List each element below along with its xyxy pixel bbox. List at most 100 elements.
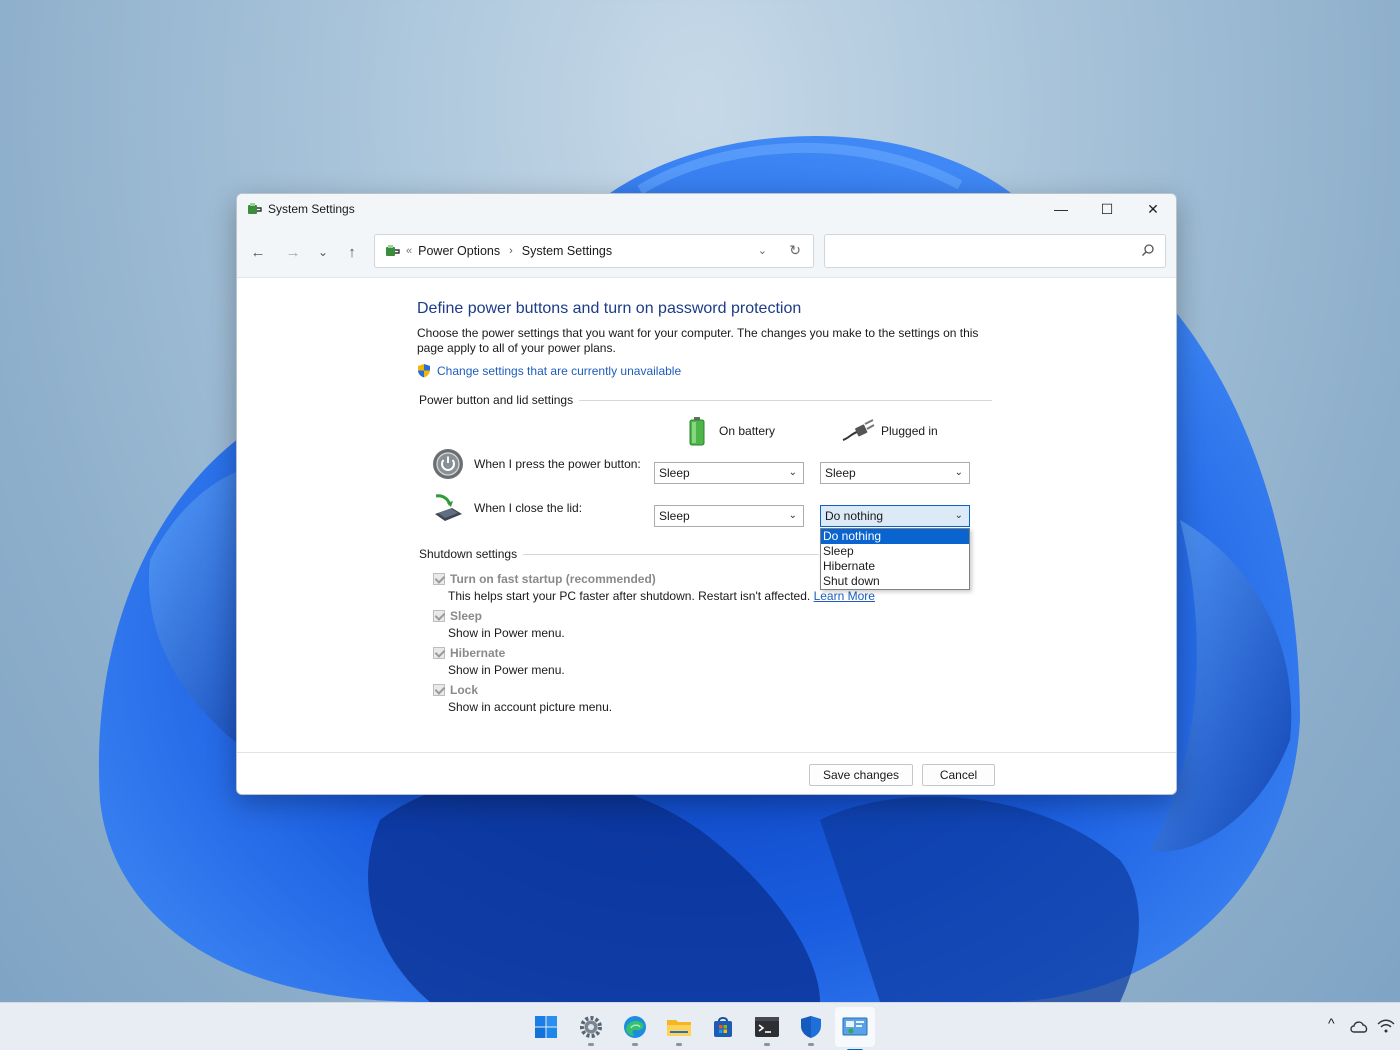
folder-icon	[667, 1020, 691, 1036]
address-bar[interactable]: « Power Options › System Settings ⌄ ↻	[374, 234, 814, 268]
edge-browser-icon	[624, 1016, 646, 1038]
running-indicator	[808, 1043, 814, 1046]
save-changes-button[interactable]: Save changes	[809, 764, 913, 786]
terminal-icon[interactable]	[753, 1013, 781, 1046]
back-arrow-icon[interactable]: ←	[248, 242, 268, 262]
power-options-icon	[248, 203, 262, 214]
select-value: Do nothing	[825, 509, 884, 523]
lid-label: When I close the lid:	[474, 501, 583, 515]
sleep-label: Sleep	[450, 609, 483, 623]
taskbar: ^	[0, 1002, 1400, 1050]
gear-icon	[580, 1016, 602, 1038]
power-button-battery-select[interactable]: Sleep ⌄	[654, 462, 804, 484]
lock-label: Lock	[450, 683, 479, 697]
dialog-footer: Save changes Cancel	[237, 752, 1176, 794]
wifi-signal-icon	[1377, 1019, 1395, 1033]
uac-shield-icon	[418, 364, 430, 378]
breadcrumb-separator-icon: ›	[509, 245, 513, 257]
select-value: Sleep	[659, 466, 690, 480]
fast-startup-description: This helps start your PC faster after sh…	[448, 589, 875, 603]
power-button-row-label: When I press the power button:	[432, 448, 641, 480]
chevron-down-icon: ⌄	[954, 467, 963, 478]
chevron-down-icon: ⌄	[788, 510, 797, 521]
chevron-down-icon: ⌄	[788, 467, 797, 478]
power-plug-icon	[842, 419, 875, 441]
lid-battery-select[interactable]: Sleep ⌄	[654, 505, 804, 527]
windows-logo-icon	[535, 1016, 557, 1038]
running-indicator	[676, 1043, 682, 1046]
fast-startup-checkbox[interactable]	[433, 573, 445, 585]
breadcrumb-overflow-icon[interactable]: «	[406, 245, 412, 257]
edge-icon[interactable]	[621, 1013, 649, 1046]
wifi-icon[interactable]	[1375, 1015, 1397, 1037]
window-title: System Settings	[268, 202, 355, 216]
forward-arrow-icon[interactable]: →	[283, 242, 303, 262]
change-settings-link-text[interactable]: Change settings that are currently unava…	[437, 364, 681, 378]
shutdown-group-title: Shutdown settings	[419, 547, 524, 561]
control-panel-icon[interactable]	[835, 1007, 875, 1050]
lock-checkbox-row: Lock	[433, 683, 478, 697]
security-icon[interactable]	[797, 1013, 825, 1046]
dropdown-option-sleep[interactable]: Sleep	[821, 544, 969, 559]
lock-checkbox[interactable]	[433, 684, 445, 696]
onedrive-icon[interactable]	[1348, 1015, 1370, 1037]
fast-startup-checkbox-row: Turn on fast startup (recommended)	[433, 572, 656, 586]
start-icon[interactable]	[532, 1013, 560, 1041]
maximize-button[interactable]: ☐	[1084, 194, 1130, 224]
power-button-plugged-select[interactable]: Sleep ⌄	[820, 462, 970, 484]
on-battery-label: On battery	[719, 424, 776, 438]
page-description: Choose the power settings that you want …	[417, 326, 979, 355]
sleep-checkbox[interactable]	[433, 610, 445, 622]
settings-icon[interactable]	[577, 1013, 605, 1046]
minimize-button[interactable]: —	[1038, 194, 1084, 224]
hibernate-checkbox[interactable]	[433, 647, 445, 659]
search-icon	[1142, 244, 1154, 256]
select-value: Sleep	[825, 466, 856, 480]
title-bar[interactable]: System Settings — ☐ ✕	[237, 194, 1176, 224]
file-explorer-icon[interactable]	[665, 1013, 693, 1046]
chevron-down-icon: ⌄	[954, 510, 963, 521]
close-button[interactable]: ✕	[1130, 194, 1176, 224]
cloud-icon	[1350, 1021, 1368, 1033]
up-arrow-icon[interactable]: ↑	[342, 242, 362, 262]
search-input[interactable]	[824, 234, 1166, 268]
breadcrumb-power-options[interactable]: Power Options	[418, 244, 500, 258]
main-content: Define power buttons and turn on passwor…	[237, 278, 1176, 752]
dropdown-option-do-nothing[interactable]: Do nothing	[821, 529, 969, 544]
hibernate-label: Hibernate	[450, 646, 506, 660]
page-title: Define power buttons and turn on passwor…	[417, 300, 802, 317]
lid-plugged-dropdown-list: Do nothing Sleep Hibernate Shut down	[820, 528, 970, 590]
hibernate-checkbox-row: Hibernate	[433, 646, 505, 660]
running-indicator	[764, 1043, 770, 1046]
battery-icon	[689, 417, 705, 446]
fast-startup-desc-text: This helps start your PC faster after sh…	[448, 589, 811, 603]
learn-more-link[interactable]: Learn More	[814, 589, 875, 603]
dropdown-option-hibernate[interactable]: Hibernate	[821, 559, 969, 574]
windows-security-shield-icon	[801, 1016, 821, 1038]
refresh-icon[interactable]: ↻	[789, 242, 801, 259]
sleep-checkbox-row: Sleep	[433, 609, 482, 623]
lid-plugged-select[interactable]: Do nothing ⌄	[820, 505, 970, 527]
change-settings-link[interactable]: Change settings that are currently unava…	[417, 363, 681, 378]
laptop-lid-icon	[435, 494, 462, 521]
control-panel-window-icon	[842, 1017, 868, 1036]
fast-startup-label: Turn on fast startup (recommended)	[450, 572, 656, 586]
show-hidden-icons-chevron-icon[interactable]: ^	[1328, 1015, 1335, 1031]
power-button-label: When I press the power button:	[474, 457, 641, 471]
navigation-bar: ← → ⌄ ↑ « Power Options › System Setting…	[237, 224, 1176, 278]
select-value: Sleep	[659, 509, 690, 523]
running-indicator	[588, 1043, 594, 1046]
terminal-window-icon	[755, 1017, 779, 1037]
address-dropdown-icon[interactable]: ⌄	[758, 244, 767, 257]
running-indicator	[632, 1043, 638, 1046]
power-button-icon	[433, 449, 463, 479]
store-icon[interactable]	[709, 1013, 737, 1041]
power-options-icon	[386, 245, 400, 256]
dropdown-option-shut-down[interactable]: Shut down	[821, 574, 969, 589]
breadcrumb-system-settings[interactable]: System Settings	[522, 244, 612, 258]
cancel-button[interactable]: Cancel	[922, 764, 995, 786]
system-settings-window: System Settings — ☐ ✕ ← → ⌄ ↑ « Power Op…	[236, 193, 1177, 795]
sleep-description: Show in Power menu.	[448, 626, 565, 640]
recent-locations-chevron-icon[interactable]: ⌄	[313, 242, 333, 262]
lid-row-label: When I close the lid:	[432, 492, 582, 524]
